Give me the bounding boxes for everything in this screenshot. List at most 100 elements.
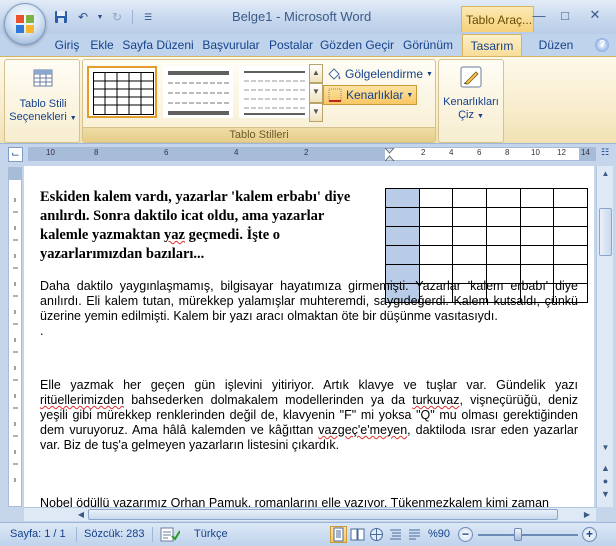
view-ruler-icon[interactable]: ☷ <box>598 147 612 161</box>
tab-postalar[interactable]: Postalar <box>266 34 316 56</box>
borders-button[interactable]: Kenarlıklar ▼ <box>323 85 418 105</box>
language[interactable]: Türkçe <box>194 528 228 540</box>
word-count[interactable]: Sözcük: 283 <box>84 528 145 540</box>
close-icon[interactable]: ✕ <box>578 4 612 26</box>
full-screen-reading-icon[interactable] <box>349 526 366 543</box>
gallery-down-button[interactable]: ▼ <box>309 83 323 103</box>
table-cell[interactable] <box>418 245 454 265</box>
table-cell[interactable] <box>452 188 487 208</box>
table-cell[interactable] <box>553 188 588 208</box>
table-cell-selected[interactable] <box>385 188 420 208</box>
table-cell[interactable] <box>452 245 487 265</box>
vertical-ruler[interactable] <box>8 167 22 507</box>
gallery-up-button[interactable]: ▲ <box>309 64 323 84</box>
draft-view-icon[interactable] <box>406 526 423 543</box>
save-icon[interactable] <box>52 8 70 26</box>
spelling-error[interactable]: ritüellerimizden <box>40 393 124 407</box>
table-styles-gallery: ▲ ▼ ▼ <box>87 64 323 122</box>
table-cell[interactable] <box>485 207 521 227</box>
spelling-error[interactable]: turkuvaz <box>412 393 459 407</box>
table-style-options-label-1: Tablo Stili <box>19 98 67 110</box>
proofing-icon[interactable] <box>160 527 180 542</box>
tab-ekle[interactable]: Ekle <box>86 34 118 56</box>
tab-gorunum[interactable]: Görünüm <box>398 34 458 56</box>
table-cell[interactable] <box>553 226 588 246</box>
horizontal-scrollbar[interactable]: ◀ ▶ <box>24 507 596 521</box>
tab-giris[interactable]: Giriş <box>50 34 84 56</box>
vertical-scrollbar[interactable]: ▲ ▼ ▲ ● ▼ <box>596 166 613 507</box>
shading-label: Gölgelendirme <box>345 67 424 81</box>
zoom-slider[interactable] <box>478 534 578 536</box>
table-cell-selected[interactable] <box>385 245 420 265</box>
redo-icon[interactable]: ↻ <box>108 8 126 26</box>
table-style-light-lines[interactable] <box>239 66 309 118</box>
scroll-left-icon[interactable]: ◀ <box>74 508 88 521</box>
print-layout-icon[interactable] <box>330 526 347 543</box>
vertical-ruler-ticks <box>13 198 18 482</box>
document-page[interactable]: Eskiden kalem vardı, yazarlar 'kalem erb… <box>24 166 594 507</box>
table-cell[interactable] <box>452 207 487 227</box>
minimize-icon[interactable]: — <box>526 4 552 26</box>
tab-gozden-gecir[interactable]: Gözden Geçir <box>318 34 396 56</box>
spelling-error[interactable]: vazgeç'e'meyen <box>318 423 407 437</box>
table-cell[interactable] <box>418 188 454 208</box>
select-browse-object-icon[interactable]: ● <box>600 475 611 487</box>
zoom-level[interactable]: %90 <box>428 528 450 540</box>
gallery-more-button[interactable]: ▼ <box>309 102 323 122</box>
table-cell[interactable] <box>519 245 555 265</box>
table-style-plain-lines[interactable] <box>163 66 233 118</box>
paragraph-2[interactable]: Elle yazmak her geçen gün işlevini yitir… <box>40 378 578 453</box>
scroll-up-icon[interactable]: ▲ <box>598 166 613 182</box>
indent-marker-icon[interactable] <box>385 148 395 161</box>
document-area[interactable]: Eskiden kalem vardı, yazarlar 'kalem erb… <box>24 166 594 507</box>
outline-view-icon[interactable] <box>387 526 404 543</box>
web-layout-icon[interactable] <box>368 526 385 543</box>
table-cell[interactable] <box>553 245 588 265</box>
zoom-in-icon[interactable]: + <box>582 527 597 542</box>
table-cell[interactable] <box>553 207 588 227</box>
table-cell[interactable] <box>519 226 555 246</box>
scroll-right-icon[interactable]: ▶ <box>580 508 594 521</box>
draw-borders-button[interactable]: Kenarlıkları Çiz ▼ <box>441 64 501 123</box>
table-cell[interactable] <box>485 226 521 246</box>
maximize-icon[interactable]: □ <box>552 4 578 26</box>
scroll-down-icon[interactable]: ▼ <box>598 440 613 456</box>
zoom-out-icon[interactable]: − <box>458 527 473 542</box>
paragraph-1[interactable]: Daha daktilo yaygınlaşmamış, bilgisayar … <box>40 279 578 339</box>
tab-sayfa-duzeni[interactable]: Sayfa Düzeni <box>120 34 196 56</box>
table-style-options-button[interactable]: Tablo Stili Seçenekleri ▼ <box>9 66 77 125</box>
horizontal-scroll-thumb[interactable] <box>88 509 558 520</box>
horizontal-ruler[interactable]: 10 8 6 4 2 2 4 6 8 10 12 14 <box>28 147 596 161</box>
table-style-grid[interactable] <box>87 66 157 118</box>
tab-duzen[interactable]: Düzen <box>532 34 580 56</box>
table-cell[interactable] <box>485 188 521 208</box>
zoom-slider-thumb[interactable] <box>514 528 522 541</box>
table-cell[interactable] <box>452 226 487 246</box>
document-heading[interactable]: Eskiden kalem vardı, yazarlar 'kalem erb… <box>40 188 370 264</box>
tab-tasarim[interactable]: Tasarım <box>462 34 522 57</box>
previous-page-icon[interactable]: ▲ <box>600 462 611 474</box>
ruler-top-margin <box>9 168 21 180</box>
shading-button[interactable]: Gölgelendirme ▼ <box>323 64 436 84</box>
undo-icon[interactable]: ↶ <box>74 8 92 26</box>
scroll-thumb[interactable] <box>599 208 612 256</box>
table-cell[interactable] <box>519 188 555 208</box>
table-cell[interactable] <box>418 207 454 227</box>
tab-selector-icon[interactable]: ⌙ <box>8 147 23 162</box>
quick-access-toolbar: ↶ ▼ ↻ ☰ <box>52 8 157 26</box>
help-icon[interactable]: ? <box>592 34 612 56</box>
undo-dropdown-icon[interactable]: ▼ <box>96 8 104 26</box>
table-cell[interactable] <box>519 207 555 227</box>
customize-qat-icon[interactable]: ☰ <box>139 8 157 26</box>
tab-basvurular[interactable]: Başvurular <box>198 34 264 56</box>
paragraph-3[interactable]: Nobel ödüllü yazarımız Orhan Pamuk, roma… <box>40 496 578 507</box>
table-cell-selected[interactable] <box>385 207 420 227</box>
table-cell-selected[interactable] <box>385 226 420 246</box>
gallery-scroll: ▲ ▼ ▼ <box>309 64 323 122</box>
office-button[interactable] <box>4 3 46 45</box>
table-cell[interactable] <box>485 245 521 265</box>
table-cell[interactable] <box>418 226 454 246</box>
next-page-icon[interactable]: ▼ <box>600 488 611 500</box>
page-count[interactable]: Sayfa: 1 / 1 <box>10 528 66 540</box>
spelling-error[interactable]: yaz <box>164 227 185 243</box>
